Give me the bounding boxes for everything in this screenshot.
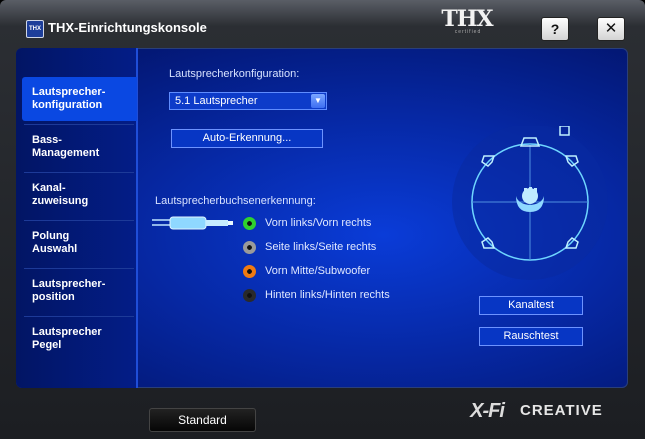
sidebar-item-label: Bass- bbox=[32, 134, 62, 146]
jack-orange-icon bbox=[243, 265, 256, 278]
sidebar-item-speaker-level[interactable]: Lautsprecher Pegel bbox=[16, 317, 136, 361]
jack-grey-icon bbox=[243, 241, 256, 254]
speaker-config-value: 5.1 Lautsprecher bbox=[175, 95, 258, 107]
thx-logo-subtext: certified bbox=[454, 29, 482, 35]
creative-logo: CREATIVE bbox=[520, 402, 603, 419]
sidebar-item-label: Management bbox=[32, 147, 100, 159]
close-button[interactable]: ✕ bbox=[597, 17, 625, 41]
sidebar-item-label: Polung bbox=[32, 230, 70, 242]
sidebar-item-bass-management[interactable]: Bass- Management bbox=[16, 125, 136, 169]
sidebar-item-label: Auswahl bbox=[32, 243, 78, 255]
main-panel: Lautsprecher-konfiguration Bass- Manageme… bbox=[16, 48, 628, 388]
sidebar: Lautsprecher-konfiguration Bass- Manageme… bbox=[16, 48, 138, 388]
sidebar-item-channel-assignment[interactable]: Kanal-zuweisung bbox=[16, 173, 136, 217]
sidebar-item-label: Lautsprecher- bbox=[32, 278, 106, 290]
audio-plug-icon bbox=[152, 216, 233, 230]
sidebar-item-label: Kanal- bbox=[32, 182, 66, 194]
jack-detect-label: Lautsprecherbuchsenerkennung: bbox=[155, 195, 316, 207]
jack-label: Vorn links/Vorn rechts bbox=[265, 217, 372, 229]
sidebar-item-speaker-config[interactable]: Lautsprecher-konfiguration bbox=[22, 77, 137, 121]
thx-console-window: THX THX-Einrichtungskonsole THX certifie… bbox=[0, 0, 645, 439]
help-button[interactable]: ? bbox=[541, 17, 569, 41]
sidebar-item-speaker-position[interactable]: Lautsprecher-position bbox=[16, 269, 136, 313]
title-bar: THX THX-Einrichtungskonsole THX certifie… bbox=[0, 0, 645, 44]
chevron-down-icon[interactable]: ▼ bbox=[311, 94, 325, 108]
jack-label: Hinten links/Hinten rechts bbox=[265, 289, 390, 301]
sidebar-item-label: zuweisung bbox=[32, 195, 89, 207]
auto-detect-button[interactable]: Auto-Erkennung... bbox=[171, 129, 323, 148]
sidebar-item-polarity[interactable]: Polung Auswahl bbox=[16, 221, 136, 265]
jack-label: Vorn Mitte/Subwoofer bbox=[265, 265, 371, 277]
sidebar-item-label: Lautsprecher- bbox=[32, 86, 106, 98]
standard-button[interactable]: Standard bbox=[149, 408, 256, 432]
channel-test-button[interactable]: Kanaltest bbox=[479, 296, 583, 315]
jack-green-icon bbox=[243, 217, 256, 230]
sidebar-item-label: Lautsprecher bbox=[32, 326, 102, 338]
sidebar-item-label: Pegel bbox=[32, 339, 62, 351]
sidebar-item-label: konfiguration bbox=[32, 99, 103, 111]
config-label: Lautsprecherkonfiguration: bbox=[169, 68, 300, 80]
xfi-logo: X-Fi bbox=[470, 400, 505, 422]
jack-black-icon bbox=[243, 289, 256, 302]
speaker-layout-diagram bbox=[452, 126, 608, 280]
window-title: THX-Einrichtungskonsole bbox=[48, 20, 207, 35]
noise-test-button[interactable]: Rauschtest bbox=[479, 327, 583, 346]
jack-label: Seite links/Seite rechts bbox=[265, 241, 377, 253]
speaker-config-select[interactable]: 5.1 Lautsprecher ▼ bbox=[169, 92, 327, 110]
sidebar-item-label: position bbox=[32, 291, 75, 303]
app-icon: THX bbox=[26, 20, 44, 38]
